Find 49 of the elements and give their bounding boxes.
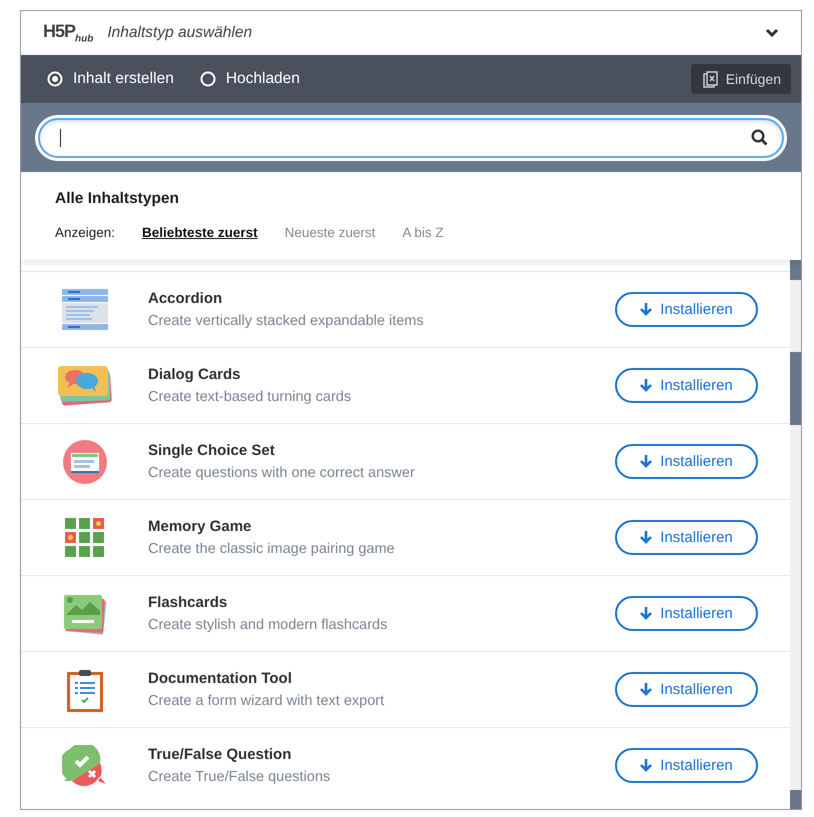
content-type-title: Documentation Tool (148, 670, 293, 687)
section-title: Alle Inhaltstypen (55, 190, 180, 208)
content-type-description: Create the classic image pairing game (148, 541, 396, 557)
choice-list-icon (63, 440, 107, 484)
scrollbar[interactable] (790, 260, 801, 809)
image-cards-icon (63, 592, 107, 634)
content-type-title: True/False Question (148, 746, 292, 763)
radio-tab[interactable]: Inhalt erstellen (47, 70, 174, 88)
download-arrow-icon (640, 759, 652, 772)
download-arrow-icon (640, 531, 652, 544)
install-button[interactable]: Installieren (615, 444, 758, 479)
content-type-title: Dialog Cards (148, 366, 242, 383)
content-type-description: Create True/False questions (148, 769, 332, 785)
clipboard-icon (67, 668, 103, 712)
install-button[interactable]: Installieren (615, 672, 758, 707)
speech-cards-icon (58, 366, 112, 406)
sort-option[interactable]: A bis Z (402, 225, 444, 240)
clipboard-icon (702, 70, 718, 88)
radio-tab[interactable]: Hochladen (200, 70, 300, 88)
tile-grid-icon (65, 518, 105, 558)
content-type-title: Single Choice Set (148, 442, 276, 459)
dialog-title: Inhaltstyp auswählen (107, 24, 254, 42)
chevron-icon[interactable] (765, 28, 779, 38)
content-type-title: Accordion (148, 290, 224, 307)
content-type-title: Memory Game (148, 518, 252, 535)
content-type-description: Create vertically stacked expandable items (148, 313, 425, 329)
sort-option[interactable]: Beliebteste zuerst (142, 225, 258, 240)
paste-button[interactable]: Einfügen (690, 64, 791, 94)
install-button[interactable]: Installieren (615, 596, 758, 631)
check-cross-bubble-icon (62, 744, 108, 786)
download-arrow-icon (640, 455, 652, 468)
download-arrow-icon (640, 379, 652, 392)
install-button[interactable]: Installieren (615, 748, 758, 783)
install-button[interactable]: Installieren (615, 520, 758, 555)
download-arrow-icon (640, 683, 652, 696)
content-type-description: Create questions with one correct answer (148, 465, 416, 481)
install-button[interactable]: Installieren (615, 292, 758, 327)
search-icon (751, 129, 768, 146)
download-arrow-icon (640, 303, 652, 316)
sort-option[interactable]: Neueste zuerst (284, 225, 376, 240)
download-arrow-icon (640, 607, 652, 620)
content-type-title: Flashcards (148, 594, 228, 611)
content-type-description: Create a form wizard with text export (148, 693, 386, 709)
accordion-icon (62, 288, 108, 330)
logo: H5P$_{hub}$ (43, 21, 94, 45)
content-type-description: Create text-based turning cards (148, 389, 352, 405)
install-button[interactable]: Installieren (615, 368, 758, 403)
content-type-description: Create stylish and modern flashcards (148, 617, 388, 633)
sort-label: Anzeigen: (55, 225, 116, 240)
